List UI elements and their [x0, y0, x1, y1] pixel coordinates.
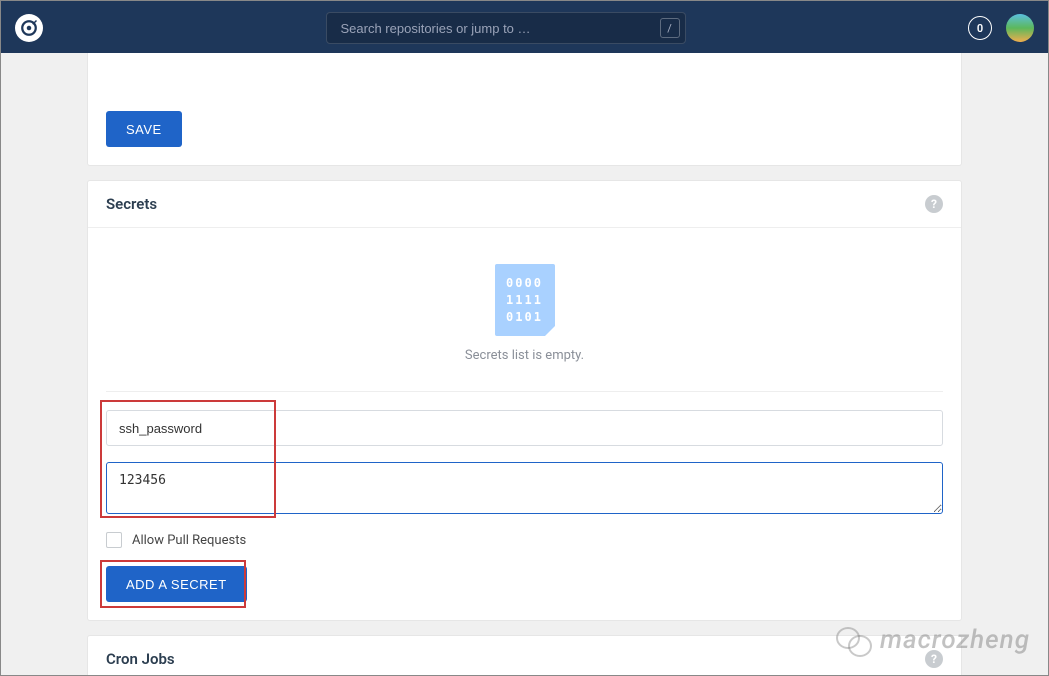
avatar[interactable]	[1006, 14, 1034, 42]
secrets-header: Secrets ?	[88, 181, 961, 228]
topbar: / 0	[1, 1, 1048, 53]
search-input[interactable]	[326, 12, 686, 44]
icon-row: 1111	[506, 293, 543, 307]
secret-value-input[interactable]: 123456	[106, 462, 943, 514]
drone-icon	[20, 19, 38, 37]
cron-header: Cron Jobs ?	[88, 636, 961, 675]
secrets-empty-text: Secrets list is empty.	[106, 348, 943, 363]
topbar-right: 0	[968, 14, 1034, 42]
cron-title: Cron Jobs	[106, 650, 175, 668]
main-scroll[interactable]: / 0 Configuration SAVE	[1, 1, 1048, 675]
slash-shortcut-icon: /	[660, 18, 680, 38]
search-wrap: /	[326, 12, 686, 44]
config-card-partial: Configuration SAVE	[87, 53, 962, 166]
secrets-card: Secrets ? 0000 1111 0101 Secrets list is…	[87, 180, 962, 621]
save-button[interactable]: SAVE	[106, 111, 182, 147]
secret-form: 123456 Allow Pull Requests ADD A SECRET	[106, 391, 943, 602]
add-secret-button[interactable]: ADD A SECRET	[106, 566, 247, 602]
secrets-title: Secrets	[106, 195, 157, 213]
secrets-empty-state: 0000 1111 0101 Secrets list is empty.	[106, 242, 943, 391]
cron-card: Cron Jobs ?	[87, 635, 962, 675]
allow-pr-label: Allow Pull Requests	[132, 533, 246, 548]
secret-name-input[interactable]	[106, 410, 943, 446]
app-logo[interactable]	[15, 14, 43, 42]
help-icon[interactable]: ?	[925, 650, 943, 668]
binary-file-icon: 0000 1111 0101	[495, 264, 555, 336]
allow-pr-checkbox[interactable]	[106, 532, 122, 548]
notification-count[interactable]: 0	[968, 16, 992, 40]
icon-row: 0000	[506, 276, 543, 290]
icon-row: 0101	[506, 310, 543, 324]
help-icon[interactable]: ?	[925, 195, 943, 213]
allow-pr-row[interactable]: Allow Pull Requests	[106, 532, 943, 548]
